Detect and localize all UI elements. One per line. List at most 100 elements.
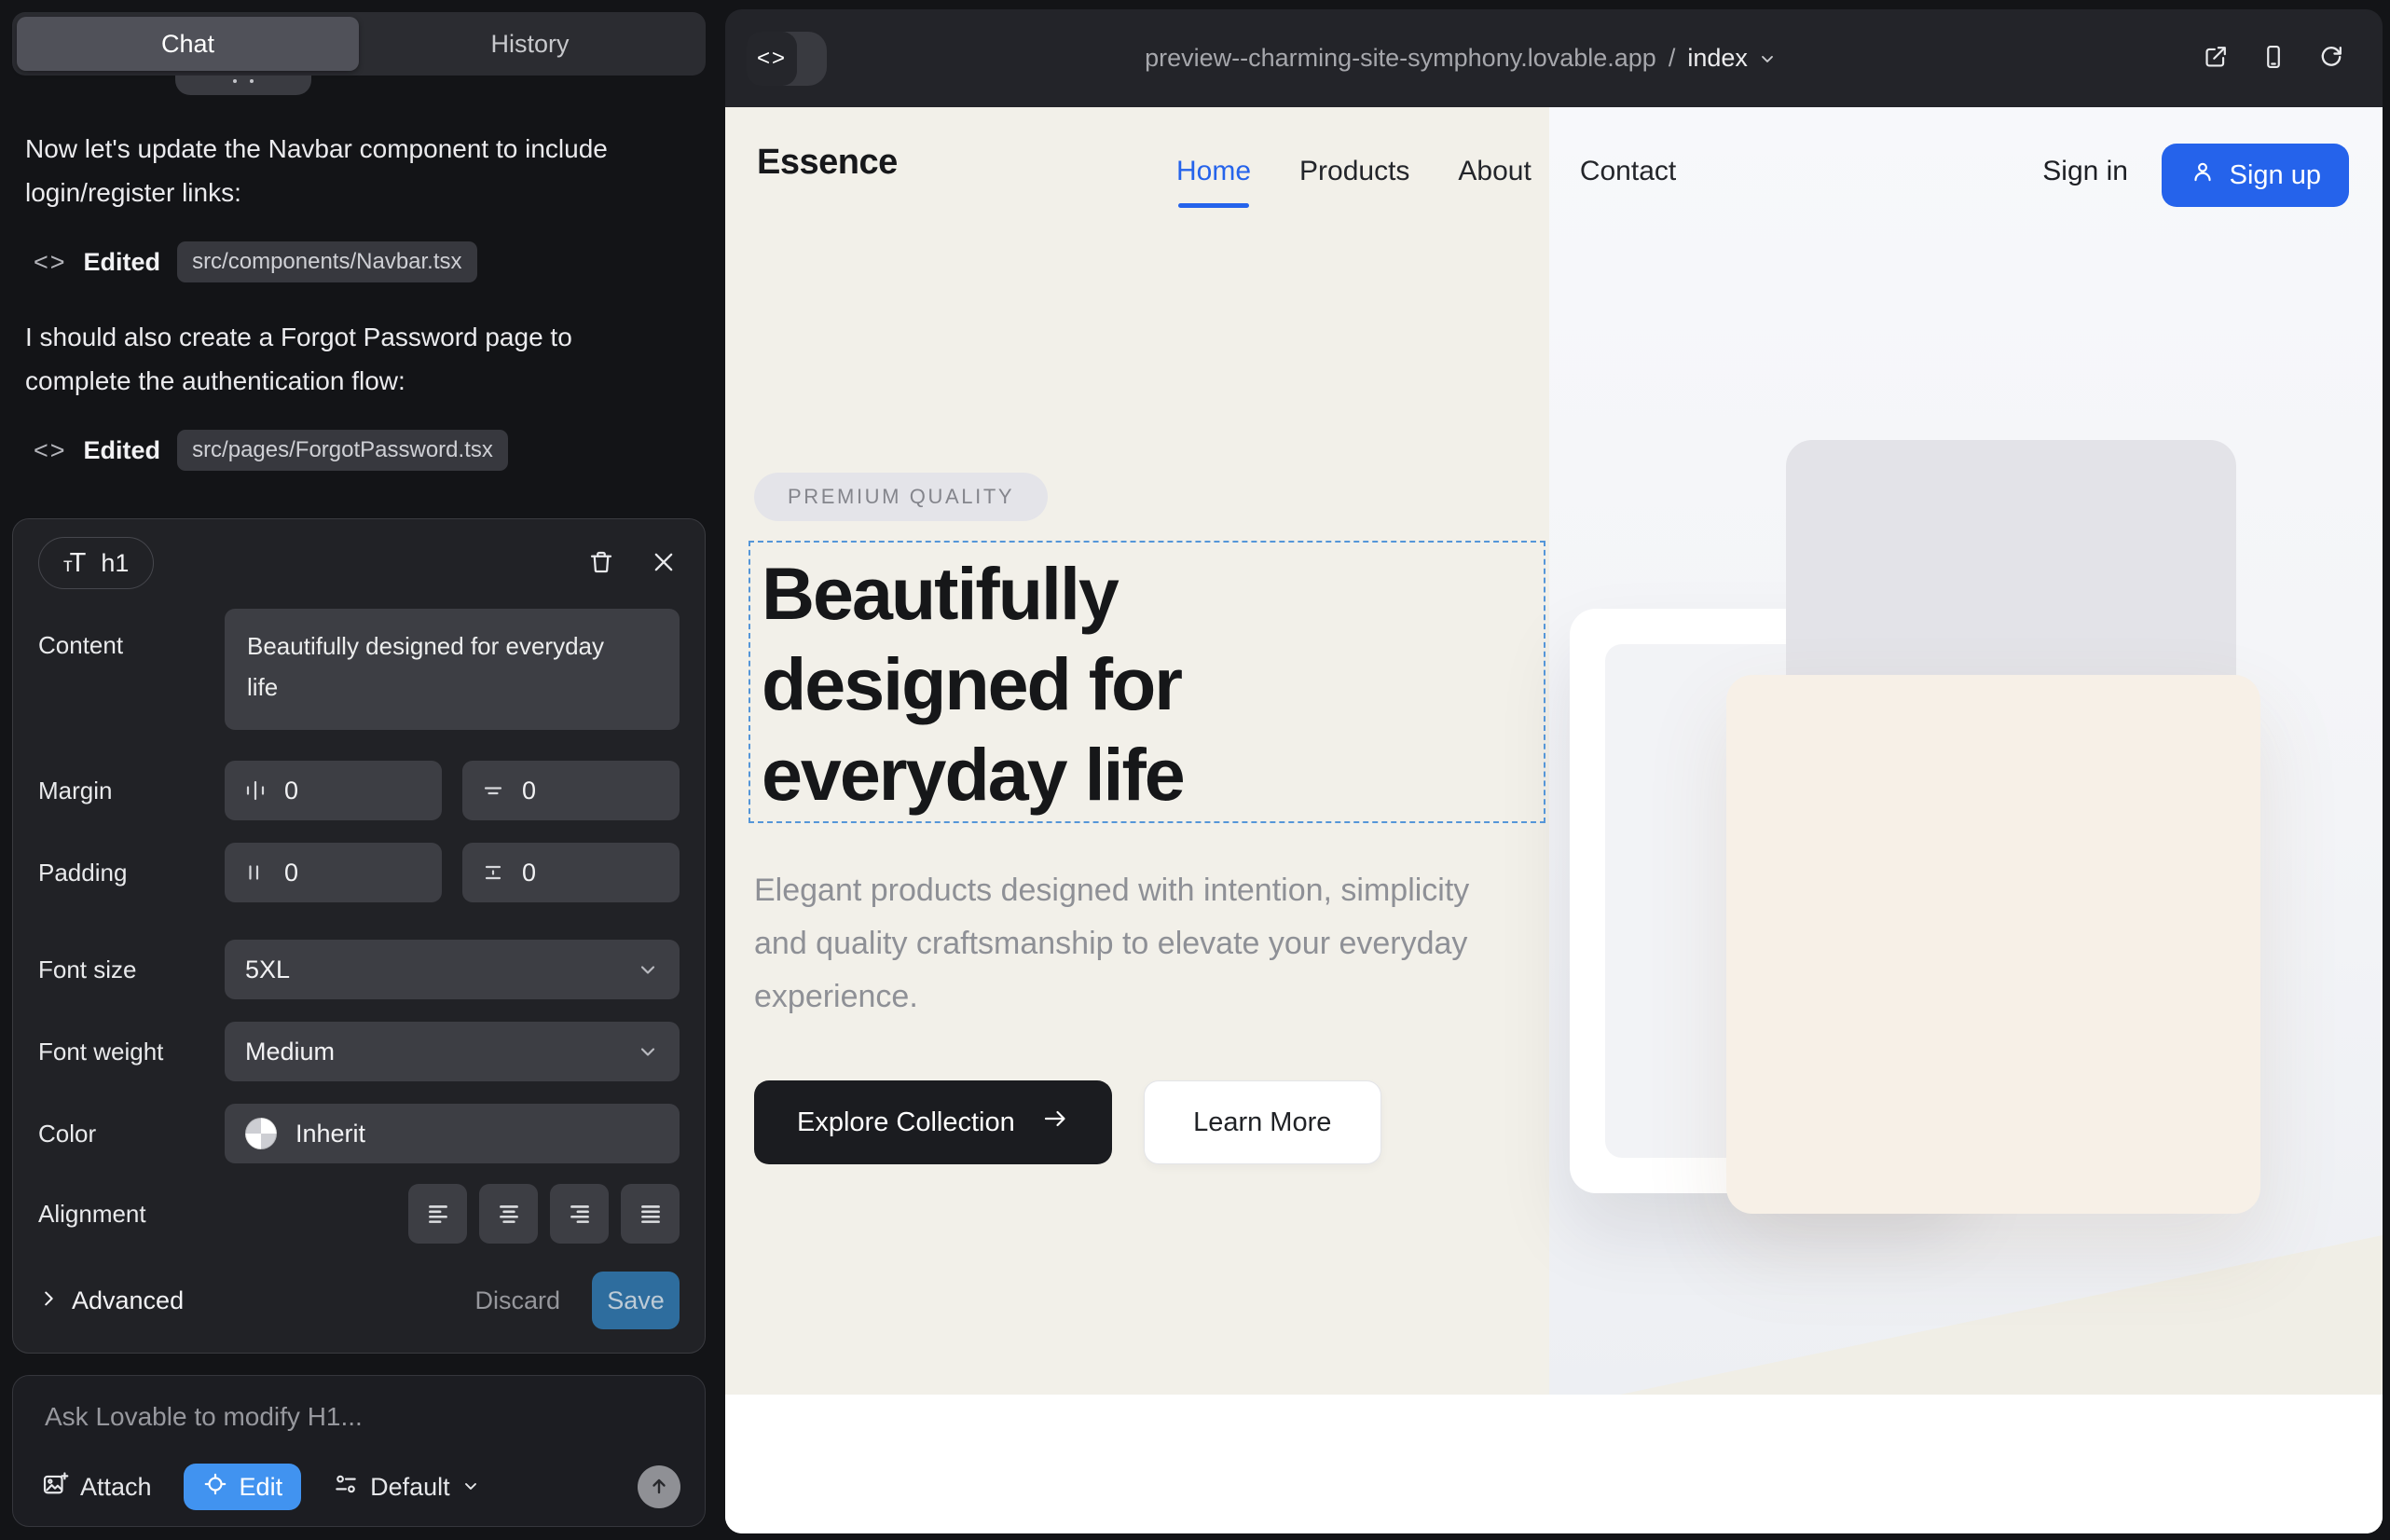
trash-icon (587, 548, 615, 579)
align-justify-button[interactable] (621, 1184, 680, 1244)
chevron-down-icon (637, 1040, 659, 1063)
chat-sidebar: Chat History Now let's update the Navbar… (0, 0, 725, 1540)
code-icon: <> (34, 436, 67, 465)
url-page: index (1687, 44, 1748, 73)
explore-collection-button[interactable]: Explore Collection (754, 1080, 1112, 1164)
color-select[interactable]: Inherit (225, 1104, 680, 1163)
hero-badge: PREMIUM QUALITY (754, 473, 1048, 521)
chevron-down-icon (1758, 49, 1777, 68)
nav-link-products[interactable]: Products (1299, 156, 1409, 187)
url-host: preview--charming-site-symphony.lovable.… (1145, 44, 1656, 73)
hero-paragraph: Elegant products designed with intention… (754, 864, 1489, 1024)
font-size-label: Font size (38, 956, 225, 984)
padding-y-input[interactable]: 0 (462, 843, 680, 902)
chevron-right-icon (38, 1286, 59, 1315)
section-below-hero (725, 1395, 2383, 1533)
hero-heading: Beautifully designed for everyday life (750, 543, 1544, 819)
site-canvas: Essence Home Products About Contact Sign… (725, 107, 2383, 1533)
save-button[interactable]: Save (592, 1272, 680, 1329)
sign-up-button[interactable]: Sign up (2162, 144, 2349, 207)
align-right-icon (567, 1201, 593, 1227)
edited-label: Edited (84, 436, 161, 465)
selected-h1-element[interactable]: Beautifully designed for everyday life (749, 541, 1545, 823)
align-center-button[interactable] (479, 1184, 538, 1244)
align-justify-icon (638, 1201, 664, 1227)
lovable-workspace: Chat History Now let's update the Navbar… (0, 0, 2390, 1540)
close-icon (651, 549, 677, 578)
margin-horizontal-icon (243, 778, 268, 803)
align-center-icon (496, 1201, 522, 1227)
margin-y-input[interactable]: 0 (462, 761, 680, 820)
code-preview-toggle[interactable]: <> (747, 32, 827, 86)
padding-vertical-icon (481, 860, 505, 885)
refresh-button[interactable] (2317, 43, 2345, 74)
attach-button[interactable]: Attach (41, 1470, 152, 1505)
send-button[interactable] (638, 1465, 680, 1508)
content-input[interactable]: Beautifully designed for everyday life (225, 609, 680, 730)
attach-image-icon (41, 1470, 69, 1505)
alignment-label: Alignment (38, 1200, 225, 1229)
editor-header: тT h1 (38, 535, 677, 591)
close-editor-button[interactable] (651, 549, 677, 578)
element-tag-label: h1 (101, 549, 129, 578)
tab-history[interactable]: History (359, 17, 701, 71)
font-weight-label: Font weight (38, 1038, 225, 1066)
delete-element-button[interactable] (587, 548, 615, 579)
nav-link-about[interactable]: About (1458, 156, 1531, 187)
code-icon: <> (747, 32, 797, 86)
font-size-select[interactable]: 5XL (225, 940, 680, 999)
file-chip[interactable]: src/components/Navbar.tsx (177, 241, 476, 282)
font-weight-select[interactable]: Medium (225, 1022, 680, 1081)
padding-x-input[interactable]: 0 (225, 843, 442, 902)
site-navbar: Essence Home Products About Contact Sign… (725, 107, 2383, 256)
sign-in-button[interactable]: Sign in (2042, 156, 2128, 187)
align-right-button[interactable] (550, 1184, 609, 1244)
code-icon: <> (34, 248, 67, 277)
chevron-down-icon (461, 1473, 480, 1502)
refresh-icon (2317, 43, 2345, 74)
advanced-toggle[interactable]: Advanced (38, 1286, 184, 1315)
edited-label: Edited (84, 248, 161, 277)
preview-window: <> preview--charming-site-symphony.lovab… (725, 9, 2383, 1533)
file-chip[interactable]: src/pages/ForgotPassword.tsx (177, 430, 508, 471)
margin-label: Margin (38, 777, 225, 805)
arrow-right-icon (1041, 1105, 1069, 1140)
chat-history-tabs: Chat History (12, 12, 706, 76)
tab-chat[interactable]: Chat (17, 17, 359, 71)
padding-horizontal-icon (243, 860, 268, 885)
margin-x-input[interactable]: 0 (225, 761, 442, 820)
external-link-icon (2202, 43, 2230, 74)
padding-label: Padding (38, 859, 225, 887)
arrow-up-icon (648, 1475, 670, 1500)
file-edit-row: <> Edited src/components/Navbar.tsx (34, 239, 477, 285)
content-label: Content (38, 631, 225, 660)
open-in-new-tab-button[interactable] (2202, 43, 2230, 74)
chevron-down-icon (637, 958, 659, 981)
margin-vertical-icon (481, 778, 505, 803)
text-size-icon: тT (63, 548, 86, 579)
smartphone-icon (2260, 43, 2287, 74)
assistant-message: Now let's update the Navbar component to… (25, 127, 640, 214)
element-tag-pill[interactable]: тT h1 (38, 537, 154, 589)
learn-more-button[interactable]: Learn More (1144, 1080, 1381, 1164)
chat-composer[interactable]: Ask Lovable to modify H1... Attach (12, 1375, 706, 1527)
mode-select-button[interactable]: Default (333, 1471, 480, 1504)
preview-browser-bar: <> preview--charming-site-symphony.lovab… (725, 9, 2383, 107)
sliders-icon (333, 1471, 359, 1504)
file-edit-row: <> Edited src/pages/ForgotPassword.tsx (34, 427, 508, 474)
discard-button[interactable]: Discard (474, 1286, 560, 1315)
url-separator: / (1669, 44, 1676, 73)
element-editor-panel: тT h1 (12, 518, 706, 1354)
nav-link-contact[interactable]: Contact (1580, 156, 1676, 187)
site-brand[interactable]: Essence (757, 143, 898, 183)
composer-placeholder: Ask Lovable to modify H1... (45, 1402, 363, 1432)
assistant-message: I should also create a Forgot Password p… (25, 315, 640, 403)
align-left-icon (425, 1201, 451, 1227)
align-left-button[interactable] (408, 1184, 467, 1244)
edit-mode-button[interactable]: Edit (184, 1464, 302, 1510)
nav-link-home[interactable]: Home (1176, 156, 1251, 187)
target-icon (202, 1471, 228, 1504)
mobile-view-button[interactable] (2260, 43, 2287, 74)
preview-url[interactable]: preview--charming-site-symphony.lovable.… (912, 9, 2010, 107)
color-label: Color (38, 1120, 225, 1148)
